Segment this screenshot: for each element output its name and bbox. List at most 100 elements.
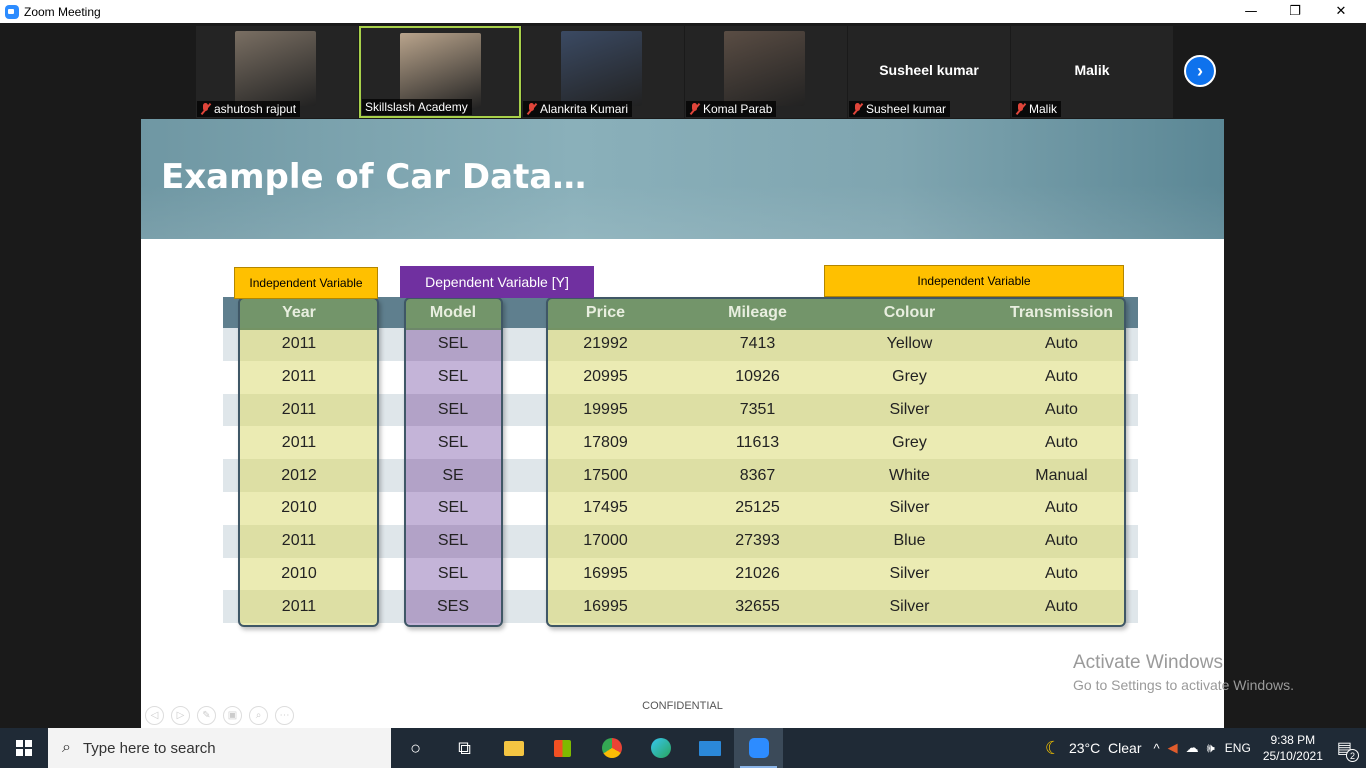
activate-windows-title: Activate Windows	[1073, 652, 1223, 673]
mic-muted-icon	[1015, 103, 1026, 115]
slide-header: Example of Car Data…	[141, 119, 1224, 239]
dependent-variable-tag: Dependent Variable [Y]	[400, 266, 594, 298]
file-explorer-icon[interactable]	[489, 728, 538, 768]
clock-time: 9:38 PM	[1270, 733, 1316, 747]
participant-tile[interactable]: ashutosh rajput	[196, 26, 358, 118]
cell-colour: Silver	[889, 499, 930, 517]
participant-video	[724, 31, 805, 106]
cell-year: 2010	[281, 564, 317, 582]
cell-colour: Blue	[893, 532, 926, 550]
volume-icon[interactable]: 🕪	[1207, 740, 1215, 756]
slide-footer: CONFIDENTIAL	[642, 700, 723, 712]
chevron-up-icon[interactable]: ^	[1153, 741, 1159, 756]
chrome-icon[interactable]	[587, 728, 636, 768]
zoom-taskbar-icon[interactable]	[734, 728, 783, 768]
cell-price: 17809	[583, 433, 628, 451]
column-header-transmission: Transmission	[1009, 303, 1114, 321]
cell-transmission: Manual	[1035, 466, 1088, 484]
participant-name: Susheel kumar	[866, 102, 947, 116]
speaker-muted-icon[interactable]: ◀	[1168, 740, 1178, 756]
column-header-price: Price	[585, 303, 626, 321]
participant-name: Malik	[1029, 102, 1058, 116]
chevron-right-icon[interactable]: ›	[1184, 55, 1216, 87]
mail-icon[interactable]	[685, 728, 734, 768]
clock[interactable]: 9:38 PM 25/10/2021	[1263, 732, 1323, 764]
cell-price: 20995	[583, 368, 628, 386]
cell-transmission: Auto	[1045, 433, 1078, 451]
restore-button[interactable]: ❐	[1272, 0, 1318, 23]
language-indicator[interactable]: ENG	[1225, 741, 1251, 755]
participant-name: ashutosh rajput	[214, 102, 297, 116]
cell-price: 16995	[583, 564, 628, 582]
mic-muted-icon	[200, 103, 211, 115]
mic-muted-icon	[689, 103, 700, 115]
cell-year: 2010	[281, 499, 317, 517]
weather-text[interactable]: 23°C Clear	[1069, 740, 1142, 756]
participant-big-name: Malik	[1074, 62, 1110, 78]
cell-mileage: 10926	[735, 368, 780, 386]
cell-price: 21992	[583, 335, 628, 353]
cell-transmission: Auto	[1045, 564, 1078, 582]
participant-video	[561, 31, 642, 106]
minimize-button[interactable]: —	[1228, 0, 1274, 23]
cell-transmission: Auto	[1045, 597, 1078, 615]
shared-slide: Example of Car Data… Year Model Price Milea…	[141, 119, 1224, 728]
participant-name-label: Alankrita Kumari	[523, 101, 633, 117]
column-header-colour: Colour	[883, 303, 936, 321]
cell-model: SEL	[437, 335, 469, 353]
cell-year: 2011	[281, 335, 317, 353]
clock-date: 25/10/2021	[1262, 749, 1323, 763]
task-view-icon[interactable]: ⧉	[440, 728, 489, 768]
column-header-year: Year	[282, 303, 316, 321]
cell-year: 2012	[281, 466, 317, 484]
notification-count: 2	[1346, 749, 1359, 762]
cell-year: 2011	[281, 597, 317, 615]
start-button[interactable]	[0, 728, 48, 768]
notification-icon[interactable]: ▤ 2	[1337, 738, 1359, 762]
participant-video	[400, 33, 481, 108]
cell-model: SEL	[437, 400, 469, 418]
participant-tile[interactable]: Susheel kumar Susheel kumar	[848, 26, 1010, 118]
participant-name-label: Komal Parab	[686, 101, 777, 117]
cortana-icon[interactable]: ○	[391, 728, 440, 768]
cell-colour: Grey	[892, 368, 927, 386]
cell-year: 2011	[281, 368, 317, 386]
participant-tile[interactable]: Skillslash Academy	[359, 26, 521, 118]
cell-transmission: Auto	[1045, 532, 1078, 550]
edge-icon[interactable]	[636, 728, 685, 768]
cell-colour: Yellow	[886, 335, 933, 353]
cell-mileage: 27393	[735, 532, 780, 550]
cell-price: 16995	[583, 597, 628, 615]
store-icon[interactable]	[538, 728, 587, 768]
participant-tile[interactable]: Malik Malik	[1011, 26, 1173, 118]
participant-name: Skillslash Academy	[365, 100, 468, 114]
participant-strip: ashutosh rajput Skillslash Academy Alankri…	[196, 26, 1173, 118]
participant-name-label: Skillslash Academy	[362, 99, 472, 115]
mic-muted-icon	[852, 103, 863, 115]
cell-transmission: Auto	[1045, 400, 1078, 418]
zoom-logo-icon	[5, 4, 19, 19]
cell-colour: Silver	[889, 597, 930, 615]
cell-mileage: 7351	[739, 400, 776, 418]
activate-windows-subtitle: Go to Settings to activate Windows.	[1073, 677, 1294, 693]
cell-model: SEL	[437, 368, 469, 386]
slide-title: Example of Car Data…	[161, 157, 587, 197]
cell-price: 17000	[583, 532, 628, 550]
participant-name-label: Malik	[1012, 101, 1062, 117]
system-tray: ☾ 23°C Clear ^ ◀ ☁ 🕪 ENG 9:38 PM 25/10/2…	[1045, 728, 1366, 768]
cell-year: 2011	[281, 400, 317, 418]
independent-variable-tag-left: Independent Variable	[234, 267, 378, 299]
cell-year: 2011	[281, 532, 317, 550]
taskbar-search[interactable]: ⌕ Type here to search	[48, 728, 391, 768]
cell-model: SEL	[437, 564, 469, 582]
cloud-icon[interactable]: ☁	[1186, 740, 1199, 756]
cell-colour: Silver	[889, 564, 930, 582]
participant-name-label: Susheel kumar	[849, 101, 951, 117]
cell-mileage: 25125	[735, 499, 780, 517]
participant-video	[235, 31, 316, 106]
search-placeholder: Type here to search	[82, 739, 216, 757]
participant-tile[interactable]: Alankrita Kumari	[522, 26, 684, 118]
close-button[interactable]: ✕	[1318, 0, 1364, 23]
search-icon: ⌕	[62, 739, 71, 756]
participant-tile[interactable]: Komal Parab	[685, 26, 847, 118]
